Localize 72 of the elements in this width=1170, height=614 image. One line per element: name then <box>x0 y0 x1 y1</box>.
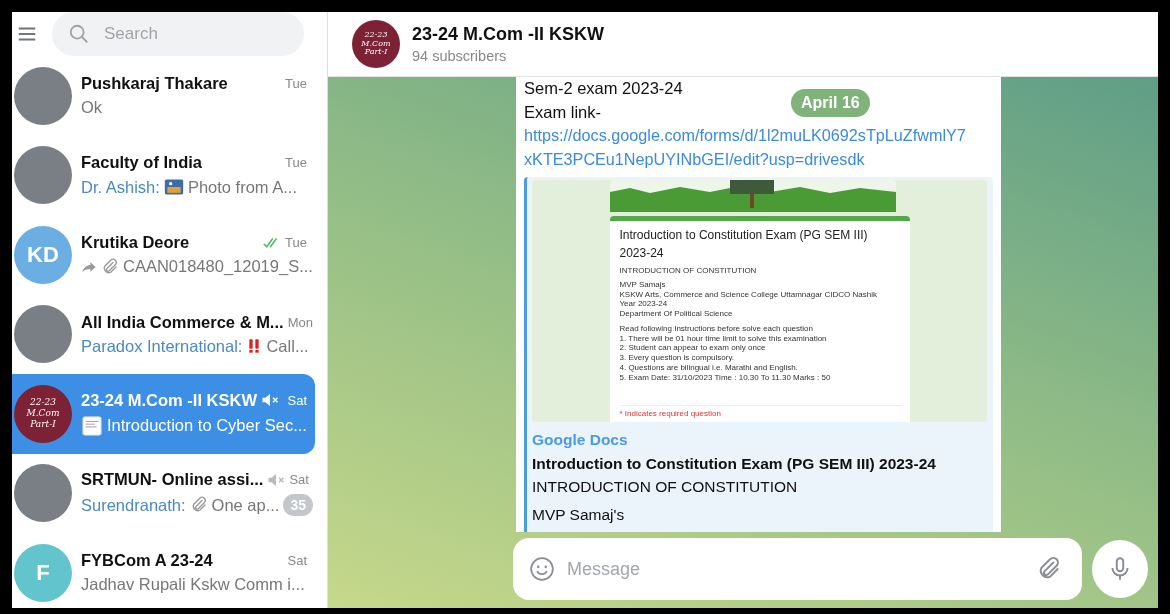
form-text: Year 2023-24 <box>619 299 669 309</box>
emoji-smiley-icon <box>529 556 555 582</box>
chat-item[interactable]: Faculty of India Tue Dr. Ashish: Photo from A... <box>12 135 315 215</box>
search-field[interactable]: Search <box>52 12 304 56</box>
avatar-initials: F <box>14 543 72 602</box>
form-text: KSKW Arts, Commerce and Science College Uttamnagar CIDCO Nashik <box>619 289 878 300</box>
message-preview: Jadhav Rupali Kskw Comm i... <box>81 575 305 595</box>
sender-name: Surendranath: <box>81 495 186 515</box>
form-instruction: Read following Instructions before solve each question <box>619 323 814 334</box>
message-text: Sem-2 exam 2023-24 <box>524 78 683 99</box>
chat-name: All India Commerce & M... <box>81 312 284 332</box>
chat-name: Pushkaraj Thakare <box>81 74 228 94</box>
preview-description: INTRODUCTION OF CONSTITUTION <box>532 477 799 497</box>
form-instruction: 2. Student can appear to exam only once <box>619 343 767 353</box>
avatar-logo: 22-23 M.Com Part-I <box>352 20 400 68</box>
search-icon <box>68 23 90 45</box>
chat-item[interactable]: All India Commerce & M... Mon Paradox International: Call... <box>12 294 315 374</box>
message-preview: Call... <box>266 336 309 356</box>
chat-name: Faculty of India <box>81 153 202 173</box>
form-text: MVP Samajs <box>619 279 667 290</box>
document-thumbnail-icon <box>81 414 103 437</box>
message-input[interactable]: Message <box>513 538 1082 600</box>
chat-item[interactable]: KD Krutika Deore Tue CAAN018480_12019_S... <box>12 215 315 295</box>
preview-description: MVP Samaj's <box>532 504 626 525</box>
avatar-initials: KD <box>14 225 72 284</box>
message-text: Exam link- <box>524 101 601 123</box>
form-text: Department Of Political Science <box>619 309 734 319</box>
chat-time: Sat <box>287 392 307 408</box>
form-instruction: 3. Every question is compulsory. <box>619 353 736 363</box>
chat-name: SRTMUN- Online assi... <box>81 470 264 490</box>
paperclip-icon <box>101 257 119 276</box>
message-preview: Ok <box>81 98 103 118</box>
chat-time: Mon <box>287 314 313 330</box>
chat-time: Sat <box>289 472 309 488</box>
microphone-button[interactable] <box>1092 540 1148 598</box>
chat-item[interactable]: 22-23 M.Com Part-I 23-24 M.Com -II KSKW Sat Introduction to Cyber Sec... <box>12 374 315 454</box>
avatar-photo-placeholder <box>14 464 72 523</box>
chat-time: Tue <box>285 76 307 92</box>
form-instruction: 4. Questions are bilingual i.e. Marathi and English. <box>619 362 799 373</box>
avatar-photo-placeholder <box>14 146 72 205</box>
unread-count: 35 <box>283 494 314 517</box>
sender-name: Paradox International: <box>81 336 243 356</box>
message-preview: CAAN018480_12019_S... <box>123 257 313 277</box>
preview-title: Introduction to Constitution Exam (PG SEM III) 2023-24 <box>532 453 937 474</box>
chat-name: FYBCom A 23-24 <box>81 551 213 571</box>
chat-time: Sat <box>287 553 307 569</box>
avatar-photo-placeholder <box>14 66 72 125</box>
form-instruction: 5. Exam Date: 31/10/2023 Time : 10.30 To 11.30 Marks : 50 <box>619 372 832 383</box>
form-title: Introduction to Constitution Exam (PG SEM III) 2023-24 <box>619 227 869 262</box>
photo-thumbnail-icon <box>163 177 184 198</box>
message-preview: Photo from A... <box>187 177 297 197</box>
chat-name: Krutika Deore <box>81 233 190 253</box>
chat-item[interactable]: F FYBCom A 23-24 Sat Jadhav Rupali Kskw Comm i... <box>12 533 315 613</box>
chat-item[interactable]: SRTMUN- Online assi... Sat Surendranath: One ap... 35 <box>12 453 315 533</box>
chat-name: 23-24 M.Com -II KSKW <box>81 390 258 410</box>
message-preview: One ap... <box>211 495 280 515</box>
message-preview: Introduction to Cyber Sec... <box>107 416 307 436</box>
avatar-photo-placeholder <box>14 305 72 364</box>
form-instruction: 1. There will be 01 hour time limit to solve this examination <box>619 333 828 344</box>
chat-item[interactable]: Pushkaraj Thakare Tue Ok <box>12 56 315 136</box>
chat-time: Tue <box>285 155 307 171</box>
required-note: * Indicates required question <box>619 405 902 422</box>
avatar-logo: 22-23 M.Com Part-I <box>14 384 72 443</box>
sender-name: Dr. Ashish: <box>81 177 160 197</box>
subscriber-count: 94 subscribers <box>412 48 508 64</box>
form-link[interactable]: https://docs.google.com/forms/d/1l2muLK0692sTpLuZfwmlY7xKTE3PCEu1NepUYINbGEI/edit?usp=drivesdk <box>524 124 971 171</box>
channel-title: 23-24 M.Com -II KSKW <box>412 24 605 45</box>
date-pill: April 16 <box>791 89 870 117</box>
form-subtitle: INTRODUCTION OF CONSTITUTION <box>619 266 758 276</box>
preview-site-name: Google Docs <box>532 430 629 450</box>
link-preview-card[interactable] <box>524 177 993 532</box>
chat-time: Tue <box>285 235 307 251</box>
